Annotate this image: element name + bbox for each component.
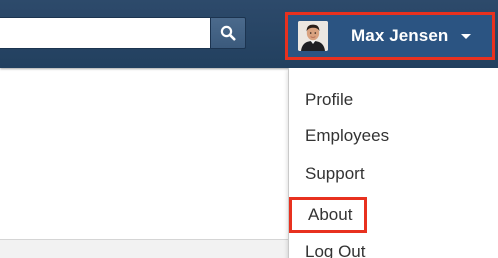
menu-item-employees[interactable]: Employees: [305, 123, 389, 149]
page: Max Jensen Profile Employees Support Abo…: [0, 0, 498, 258]
menu-item-about[interactable]: About: [289, 197, 368, 233]
menu-item-profile[interactable]: Profile: [305, 87, 353, 113]
menu-item-log-out[interactable]: Log Out: [305, 239, 366, 258]
top-navigation-bar: Max Jensen: [0, 0, 498, 68]
search-icon: [220, 25, 236, 41]
caret-down-icon: [461, 33, 472, 39]
user-dropdown-menu: Profile Employees Support About Log Out: [288, 68, 498, 258]
user-name-label: Max Jensen: [351, 26, 449, 45]
menu-item-support[interactable]: Support: [305, 161, 365, 187]
search-button[interactable]: [210, 17, 246, 49]
user-avatar: [298, 21, 328, 51]
search-input[interactable]: [0, 17, 210, 49]
user-menu-button[interactable]: Max Jensen: [285, 12, 495, 60]
content-footer-strip: [0, 240, 288, 258]
